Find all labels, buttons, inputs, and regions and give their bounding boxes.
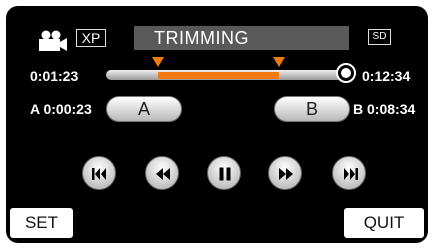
- point-b-readout: B 0:08:34: [353, 101, 415, 117]
- pause-icon: [219, 167, 231, 181]
- rewind-button[interactable]: [145, 156, 179, 190]
- set-point-a-button[interactable]: A: [106, 96, 182, 122]
- skip-back-button[interactable]: [82, 156, 116, 190]
- point-b-letter: B: [353, 101, 364, 117]
- timeline-end-knob[interactable]: [336, 63, 356, 83]
- pause-button[interactable]: [207, 156, 241, 190]
- quality-badge: XP: [76, 29, 106, 47]
- quit-button[interactable]: QUIT: [344, 208, 424, 238]
- fast-forward-icon: [279, 168, 293, 180]
- skip-back-icon: [92, 168, 106, 180]
- point-a-marker[interactable]: [152, 57, 164, 67]
- set-point-b-button[interactable]: B: [274, 96, 350, 122]
- point-b-marker[interactable]: [273, 57, 285, 67]
- point-a-time: 0:00:23: [43, 101, 92, 117]
- sd-card-badge: SD: [368, 29, 391, 45]
- fast-forward-button[interactable]: [268, 156, 302, 190]
- rewind-icon: [156, 168, 170, 180]
- trimming-screen: XP TRIMMING SD 0:01:23 0:12:34 A 0:00:23…: [6, 6, 428, 243]
- point-a-readout: A 0:00:23: [30, 101, 92, 117]
- point-b-time: 0:08:34: [367, 101, 416, 117]
- trim-range: [158, 72, 279, 79]
- skip-forward-button[interactable]: [332, 156, 366, 190]
- page-title: TRIMMING: [134, 26, 349, 50]
- video-camera-icon: [39, 30, 67, 51]
- timeline-end-time: 0:12:34: [362, 68, 411, 84]
- skip-forward-icon: [344, 168, 358, 180]
- timeline-start-time: 0:01:23: [30, 68, 79, 84]
- point-a-letter: A: [30, 101, 40, 117]
- set-button[interactable]: SET: [10, 208, 73, 238]
